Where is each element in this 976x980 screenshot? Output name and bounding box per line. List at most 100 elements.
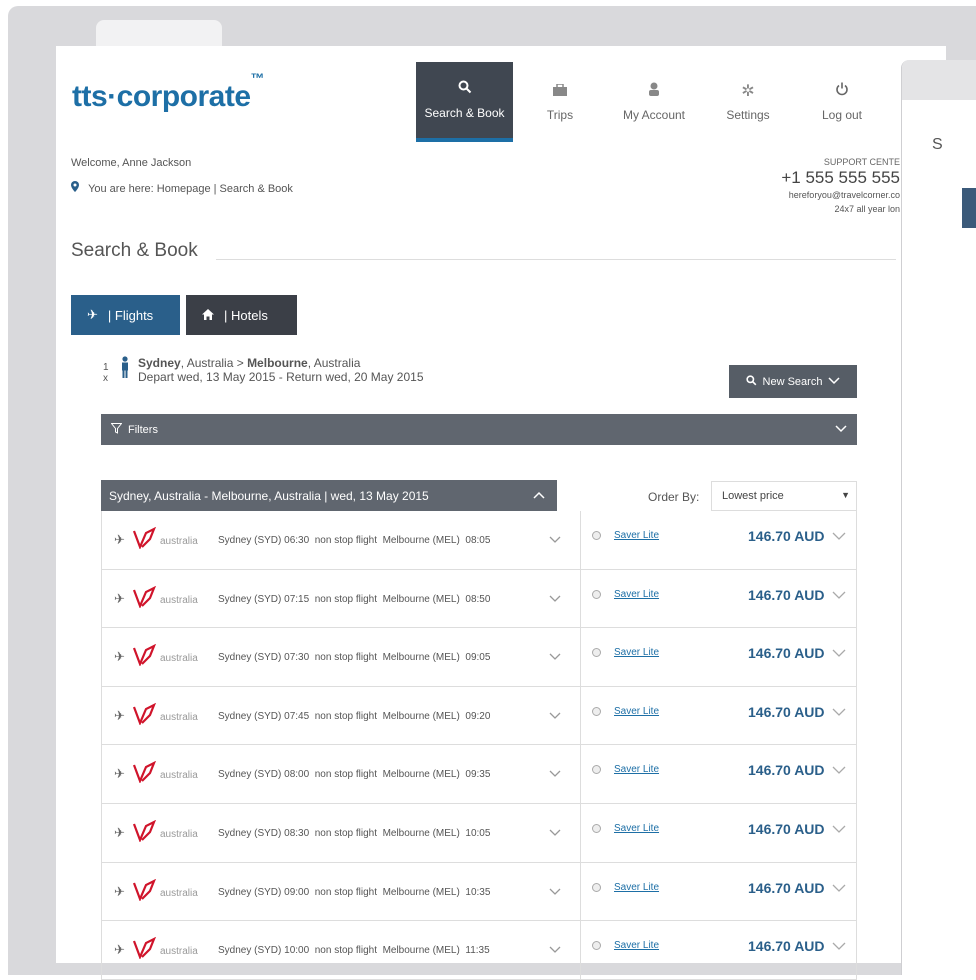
brand-logo[interactable]: tts·corporate™ — [72, 70, 265, 114]
support-email[interactable]: hereforyou@travelcorner.co — [700, 190, 900, 200]
chevron-down-icon[interactable] — [549, 592, 561, 606]
fare-radio[interactable] — [592, 648, 601, 658]
nav-label: My Account — [622, 108, 686, 122]
fare-radio[interactable] — [592, 531, 601, 540]
airline-name: australia — [160, 594, 198, 606]
fare-link[interactable]: Saver Lite — [614, 589, 659, 600]
price: 146.70 AUD — [748, 586, 825, 603]
support-hours: 24x7 all year lon — [834, 204, 900, 214]
chevron-down-icon[interactable] — [549, 650, 561, 664]
chevron-down-icon[interactable] — [832, 589, 846, 603]
support-phone[interactable]: +1 555 555 555 — [700, 168, 900, 188]
row-divider — [580, 686, 581, 745]
fare-radio[interactable] — [592, 882, 601, 892]
row-divider — [580, 862, 581, 921]
fare-link[interactable]: Saver Lite — [614, 823, 659, 834]
background-window-bar — [902, 60, 976, 100]
nav-logout[interactable]: Log out — [795, 62, 889, 142]
chevron-down-icon[interactable] — [549, 767, 561, 781]
fare-radio[interactable] — [592, 765, 601, 775]
background-window: S — [901, 60, 976, 975]
airline-logo-icon — [132, 585, 156, 608]
price: 146.70 AUD — [748, 703, 825, 720]
results-header[interactable]: Sydney, Australia - Melbourne, Australia… — [101, 480, 557, 511]
fare-link[interactable]: Saver Lite — [614, 940, 659, 951]
fare-link[interactable]: Saver Lite — [614, 882, 659, 893]
flight-info: Sydney (SYD) 08:30 non stop flight Melbo… — [218, 827, 491, 839]
table-row[interactable]: ✈ australia Sydney (SYD) 06:30 non stop … — [102, 511, 856, 570]
flight-info: Sydney (SYD) 09:00 non stop flight Melbo… — [218, 886, 491, 898]
chevron-down-icon — [828, 376, 840, 388]
tab-hotels[interactable]: | Hotels — [186, 295, 297, 335]
search-route: Sydney, Australia > Melbourne, Australia — [138, 356, 361, 370]
airline-logo-icon — [132, 702, 156, 725]
chevron-down-icon[interactable] — [549, 826, 561, 840]
nav-search-book[interactable]: Search & Book — [416, 62, 513, 142]
order-by-value: Lowest price — [722, 490, 784, 502]
power-icon — [835, 82, 849, 102]
order-by-label: Order By: — [648, 490, 700, 504]
fare-radio[interactable] — [592, 589, 601, 599]
table-row[interactable]: ✈ australia Sydney (SYD) 08:30 non stop … — [102, 803, 856, 863]
airline-name: australia — [160, 770, 198, 782]
welcome-text: Welcome, Anne Jackson — [71, 157, 192, 169]
support-title: SUPPORT CENTE — [823, 157, 900, 167]
chevron-down-icon[interactable] — [832, 764, 846, 778]
title-divider — [216, 259, 896, 260]
filter-icon — [110, 422, 123, 437]
chevron-down-icon[interactable] — [832, 940, 846, 954]
table-row[interactable]: ✈ australia Sydney (SYD) 07:45 non stop … — [102, 686, 856, 746]
table-row[interactable]: ✈ australia Sydney (SYD) 10:00 non stop … — [102, 921, 856, 980]
chevron-down-icon[interactable] — [549, 533, 561, 547]
gear-icon: ✲ — [741, 83, 755, 100]
nav-my-account[interactable]: My Account — [607, 62, 701, 142]
chevron-up-icon — [533, 486, 545, 502]
main-nav: Search & Book Trips My Account ✲ Setting… — [416, 62, 889, 142]
order-by-select[interactable]: Lowest price ▼ — [711, 481, 857, 511]
fare-link[interactable]: Saver Lite — [614, 764, 659, 775]
row-divider — [580, 511, 581, 569]
fare-link[interactable]: Saver Lite — [614, 647, 659, 658]
location-pin-icon — [71, 181, 82, 195]
chevron-down-icon[interactable] — [549, 943, 561, 957]
airplane-icon: ✈ — [87, 307, 98, 322]
table-row[interactable]: ✈ australia Sydney (SYD) 07:30 non stop … — [102, 628, 856, 687]
row-divider — [580, 569, 581, 628]
table-row[interactable]: ✈ australia Sydney (SYD) 08:00 non stop … — [102, 745, 856, 804]
chevron-down-icon[interactable] — [832, 882, 846, 896]
fare-link[interactable]: Saver Lite — [614, 706, 659, 717]
chevron-down-icon[interactable] — [549, 709, 561, 723]
chevron-down-icon[interactable] — [832, 823, 846, 837]
fare-link[interactable]: Saver Lite — [614, 530, 659, 541]
table-row[interactable]: ✈ australia Sydney (SYD) 09:00 non stop … — [102, 862, 856, 922]
table-row[interactable]: ✈ australia Sydney (SYD) 07:15 non stop … — [102, 569, 856, 629]
chevron-down-icon[interactable] — [832, 706, 846, 720]
user-icon — [648, 82, 660, 102]
fare-radio[interactable] — [592, 941, 601, 951]
nav-label: Search & Book — [424, 106, 505, 120]
fare-radio[interactable] — [592, 706, 601, 716]
header: tts·corporate™ Search & Book Trips My Ac… — [56, 52, 901, 142]
nav-trips[interactable]: Trips — [513, 62, 607, 142]
chevron-down-icon[interactable] — [832, 647, 846, 661]
airline-name: australia — [160, 828, 198, 840]
airline-logo-icon — [132, 937, 156, 960]
filters-bar[interactable]: Filters — [101, 414, 857, 445]
airline-name: australia — [160, 653, 198, 665]
airline-name: australia — [160, 536, 198, 547]
filters-label: Filters — [128, 423, 158, 436]
home-icon — [202, 308, 214, 323]
tab-label: | Flights — [107, 307, 154, 323]
flight-results-table: ✈ australia Sydney (SYD) 06:30 non stop … — [101, 511, 857, 980]
chevron-down-icon[interactable] — [549, 885, 561, 899]
fare-radio[interactable] — [592, 823, 601, 833]
nav-settings[interactable]: ✲ Settings — [701, 62, 795, 142]
new-search-button[interactable]: New Search — [729, 365, 857, 398]
row-divider — [580, 628, 581, 686]
airline-logo-icon — [132, 878, 156, 901]
chevron-down-icon[interactable] — [832, 530, 846, 544]
breadcrumb-text: You are here: Homepage | Search & Book — [88, 183, 293, 195]
breadcrumb: You are here: Homepage | Search & Book — [71, 181, 293, 195]
tab-flights[interactable]: ✈ | Flights — [71, 295, 180, 335]
nav-label: Trips — [546, 108, 574, 122]
